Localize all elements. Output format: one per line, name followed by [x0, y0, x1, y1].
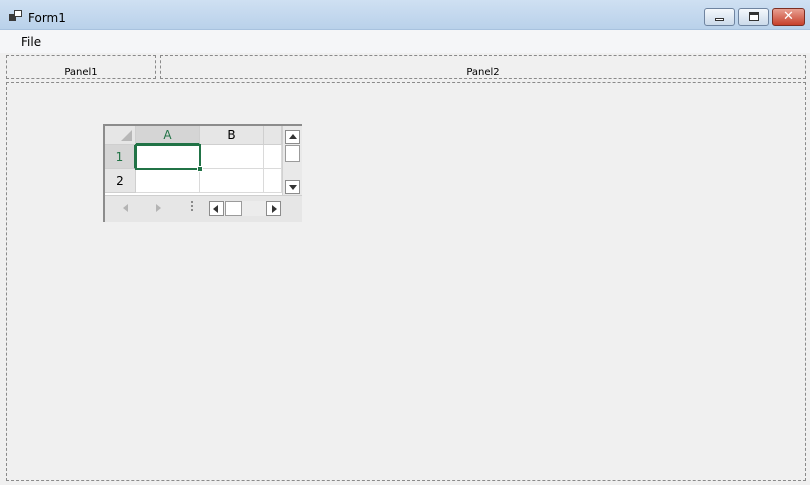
- cell-c1[interactable]: [264, 145, 282, 169]
- active-cell-selection: [135, 144, 201, 170]
- sheet-tab-bar: [105, 195, 302, 222]
- panel2-label: Panel2: [466, 67, 500, 78]
- maximize-icon: [749, 12, 759, 21]
- column-header-b[interactable]: B: [200, 126, 264, 145]
- arrow-right-icon: [272, 205, 277, 213]
- close-button[interactable]: ✕: [772, 8, 805, 26]
- menu-bar: File: [0, 30, 810, 53]
- scroll-right-button[interactable]: [266, 201, 281, 216]
- next-sheet-icon[interactable]: [156, 204, 161, 212]
- cell-c2[interactable]: [264, 169, 282, 193]
- row-header-2[interactable]: 2: [105, 169, 136, 193]
- cell-b2[interactable]: [200, 169, 264, 193]
- maximize-button[interactable]: [738, 8, 769, 26]
- spreadsheet-control[interactable]: A B 1 2: [103, 124, 302, 222]
- column-header-a[interactable]: A: [136, 126, 200, 145]
- arrow-left-icon: [213, 205, 218, 213]
- title-bar[interactable]: Form1 ✕: [0, 0, 810, 30]
- vertical-scroll-thumb[interactable]: [285, 145, 300, 162]
- scroll-up-button[interactable]: [285, 130, 300, 144]
- menu-item-file[interactable]: File: [14, 32, 48, 52]
- previous-sheet-icon[interactable]: [123, 204, 128, 212]
- arrow-down-icon: [289, 185, 297, 190]
- panel2: Panel2: [160, 55, 806, 79]
- arrow-up-icon: [289, 134, 297, 139]
- cell-a2[interactable]: [136, 169, 200, 193]
- minimize-icon: [715, 18, 724, 21]
- scroll-down-button[interactable]: [285, 180, 300, 194]
- tab-splitter-icon[interactable]: [191, 201, 194, 215]
- panel1-label: Panel1: [64, 67, 98, 78]
- close-icon: ✕: [783, 9, 794, 24]
- horizontal-scroll-thumb[interactable]: [225, 201, 242, 216]
- window-title: Form1: [28, 11, 66, 25]
- form-window: Form1 ✕ File Panel1 Panel2 A B 1 2: [0, 0, 810, 485]
- panel1: Panel1: [6, 55, 156, 79]
- scroll-left-button[interactable]: [209, 201, 224, 216]
- minimize-button[interactable]: [704, 8, 735, 26]
- fill-handle[interactable]: [197, 166, 203, 172]
- horizontal-scrollbar[interactable]: [209, 201, 281, 216]
- select-all-icon: [121, 130, 132, 141]
- app-icon[interactable]: [9, 10, 23, 22]
- column-header-next[interactable]: [264, 126, 282, 145]
- select-all-corner[interactable]: [105, 126, 136, 145]
- cell-b1[interactable]: [200, 145, 264, 169]
- vertical-scrollbar[interactable]: [282, 126, 302, 195]
- row-header-1[interactable]: 1: [105, 145, 136, 169]
